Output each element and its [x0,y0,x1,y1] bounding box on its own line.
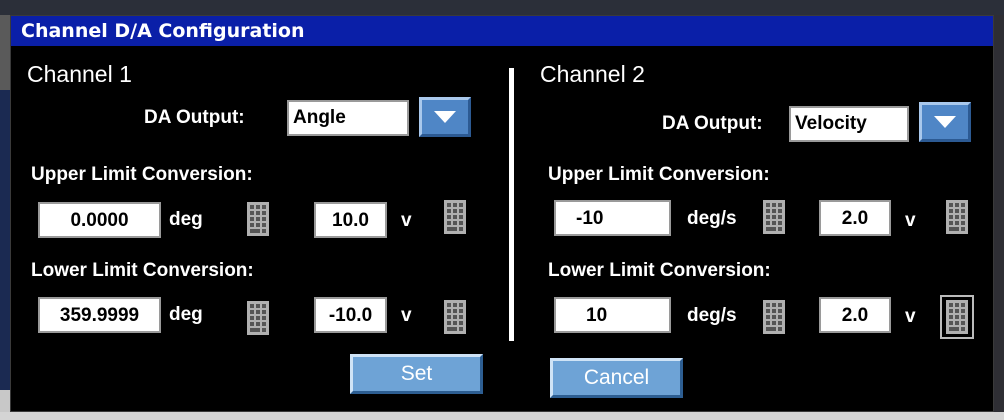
channel1-upper-volt-unit: v [401,210,412,231]
channel2-da-output-label: DA Output: [662,113,763,134]
channel2-da-output-dropdown-button[interactable] [919,102,971,142]
top-edge [0,0,1004,15]
channel1-lower-value-field[interactable]: 359.9999 [38,297,161,333]
channel2-lower-volt-field[interactable]: 2.0 [819,297,891,333]
channel1-da-output-label: DA Output: [144,107,245,128]
keypad-icon[interactable] [763,200,785,234]
keypad-icon-focused[interactable] [940,295,974,339]
keypad-icon[interactable] [247,301,269,335]
channel2-upper-volt-unit: v [905,210,916,231]
chevron-down-icon [934,116,956,128]
set-button[interactable]: Set [350,354,483,394]
window-title: Channel D/A Configuration [11,16,993,46]
left-edge-lower [0,90,10,390]
channel2-upper-limit-label: Upper Limit Conversion: [548,164,770,185]
channel1-da-output-select[interactable]: Angle [287,100,409,136]
channel2-upper-unit: deg/s [687,208,737,229]
cancel-button[interactable]: Cancel [550,358,683,398]
bottom-edge [0,412,1004,420]
channel2-upper-volt-field[interactable]: 2.0 [819,200,891,236]
keypad-icon[interactable] [763,300,785,334]
channel1-upper-limit-label: Upper Limit Conversion: [31,164,253,185]
dialog-window: Channel D/A Configuration Channel 1 DA O… [10,15,994,412]
chevron-down-icon [434,111,456,123]
channel1-lower-volt-field[interactable]: -10.0 [314,297,387,333]
channel2-lower-limit-label: Lower Limit Conversion: [548,260,771,281]
channel1-heading: Channel 1 [27,61,132,87]
right-edge [994,15,1004,412]
channel1-lower-limit-label: Lower Limit Conversion: [31,260,254,281]
channel2-lower-volt-unit: v [905,306,916,327]
channel2-lower-unit: deg/s [687,305,737,326]
channel1-da-output-dropdown-button[interactable] [419,97,471,137]
channel1-lower-volt-unit: v [401,305,412,326]
left-edge-upper [0,15,10,90]
channel1-upper-unit: deg [169,209,203,230]
channel-divider [509,68,514,341]
channel2-da-output-select[interactable]: Velocity [789,106,909,142]
keypad-icon[interactable] [444,300,466,334]
channel1-upper-volt-field[interactable]: 10.0 [314,202,387,238]
keypad-icon[interactable] [444,200,466,234]
channel2-lower-value-field[interactable]: 10 [554,297,671,333]
keypad-icon[interactable] [946,200,968,234]
channel1-lower-unit: deg [169,304,203,325]
channel2-heading: Channel 2 [540,61,645,87]
keypad-icon[interactable] [247,202,269,236]
channel2-upper-value-field[interactable]: -10 [554,200,671,236]
channel1-upper-value-field[interactable]: 0.0000 [38,202,161,238]
